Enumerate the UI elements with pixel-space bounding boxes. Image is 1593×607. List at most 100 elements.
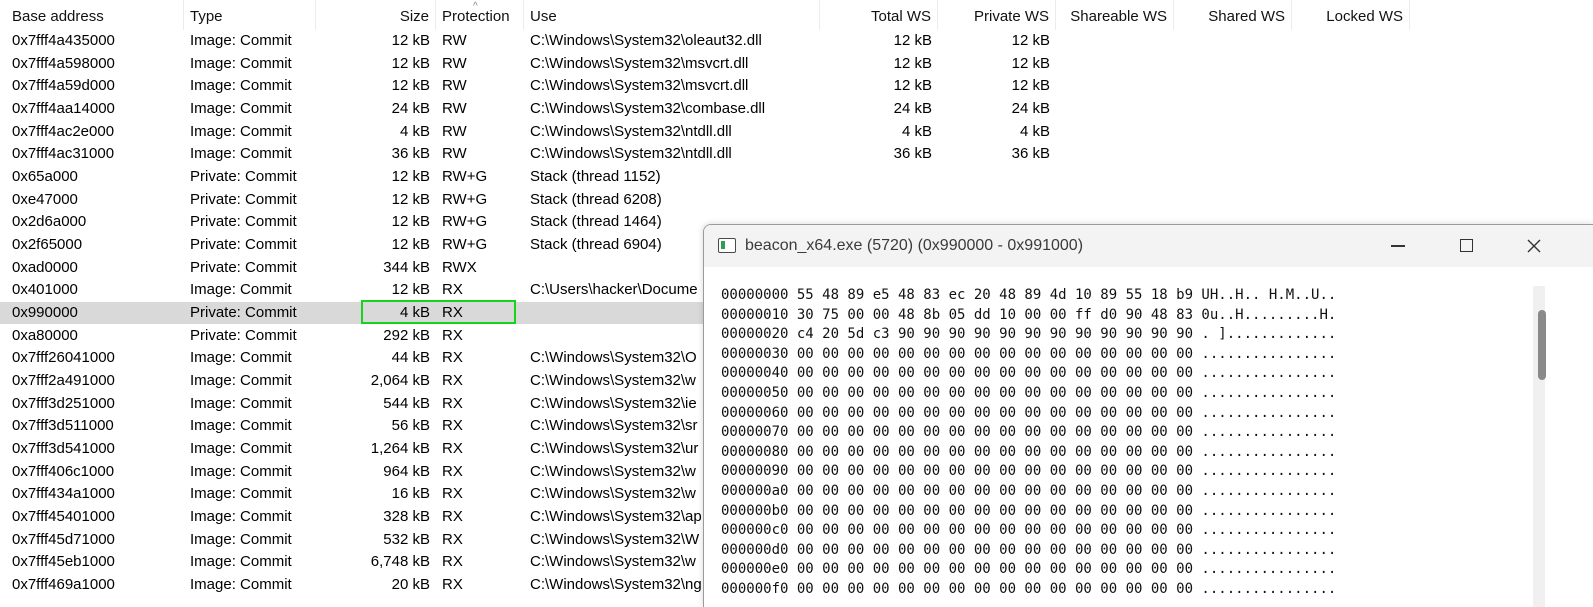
cell-protection: RX bbox=[442, 281, 463, 299]
cell-type: Image: Commit bbox=[190, 417, 292, 435]
column-header-shared-ws[interactable]: Shared WS bbox=[1174, 0, 1292, 30]
cell-base-address: 0xe47000 bbox=[12, 190, 78, 208]
cell-type: Image: Commit bbox=[190, 281, 292, 299]
column-header-use[interactable]: Use bbox=[524, 0, 820, 30]
window-title: beacon_x64.exe (5720) (0x990000 - 0x9910… bbox=[745, 237, 1084, 254]
column-header-private-ws[interactable]: Private WS bbox=[938, 0, 1056, 30]
cell-size: 56 kB bbox=[391, 417, 430, 435]
column-header-shareable-ws[interactable]: Shareable WS bbox=[1056, 0, 1174, 30]
cell-type: Image: Commit bbox=[190, 77, 292, 95]
cell-protection: RW+G bbox=[442, 236, 488, 254]
cell-type: Image: Commit bbox=[190, 145, 292, 163]
column-header-size[interactable]: Size bbox=[316, 0, 436, 30]
cell-protection: RW bbox=[442, 32, 467, 49]
cell-base-address: 0x7fff45401000 bbox=[12, 508, 115, 526]
cell-base-address: 0x7fff4a598000 bbox=[12, 54, 115, 72]
table-row[interactable]: 0x7fff4ac31000 Image: Commit 36 kB RW C:\Win… bbox=[0, 143, 1593, 165]
cell-protection: RX bbox=[442, 304, 463, 322]
cell-size: 12 kB bbox=[391, 168, 430, 186]
hex-line: 00000090 00 00 00 00 00 00 00 00 00 00 0… bbox=[721, 463, 1337, 480]
cell-private-ws: 12 kB bbox=[1011, 32, 1050, 49]
cell-use: C:\Windows\System32\msvcrt.dll bbox=[530, 54, 749, 72]
cell-protection: RW bbox=[442, 54, 467, 72]
column-header-protection[interactable]: Protection bbox=[436, 0, 524, 30]
hex-line: 00000080 00 00 00 00 00 00 00 00 00 00 0… bbox=[721, 443, 1337, 460]
cell-type: Image: Commit bbox=[190, 553, 292, 571]
cell-use: C:\Windows\System32\oleaut32.dll bbox=[530, 32, 762, 49]
cell-type: Image: Commit bbox=[190, 440, 292, 458]
hex-viewer-window[interactable]: beacon_x64.exe (5720) (0x990000 - 0x9910… bbox=[703, 224, 1593, 607]
minimize-button[interactable] bbox=[1364, 225, 1432, 267]
cell-protection: RX bbox=[442, 485, 463, 503]
cell-protection: RW+G bbox=[442, 168, 488, 186]
table-row[interactable]: 0x7fff4a598000 Image: Commit 12 kB RW C:\Win… bbox=[0, 53, 1593, 75]
cell-type: Image: Commit bbox=[190, 462, 292, 480]
cell-private-ws: 12 kB bbox=[1011, 54, 1050, 72]
hex-line: 00000030 00 00 00 00 00 00 00 00 00 00 0… bbox=[721, 345, 1337, 362]
cell-type: Image: Commit bbox=[190, 576, 292, 594]
column-header-locked-ws[interactable]: Locked WS bbox=[1292, 0, 1410, 30]
app-window-icon bbox=[718, 238, 736, 253]
cell-base-address: 0x2d6a000 bbox=[12, 213, 87, 231]
cell-type: Image: Commit bbox=[190, 394, 292, 412]
table-row[interactable]: 0x7fff4aa14000 Image: Commit 24 kB RW C:\Win… bbox=[0, 98, 1593, 120]
maximize-icon bbox=[1459, 239, 1473, 253]
cell-protection: RX bbox=[442, 326, 463, 344]
cell-protection: RX bbox=[442, 553, 463, 571]
cell-base-address: 0x7fff45d71000 bbox=[12, 530, 115, 548]
column-header-total-ws[interactable]: Total WS bbox=[820, 0, 938, 30]
cell-private-ws bbox=[938, 166, 1056, 188]
hex-dump[interactable]: 00000000 55 48 89 e5 48 83 ec 20 48 89 4… bbox=[721, 286, 1336, 600]
cell-type: Private: Commit bbox=[190, 213, 297, 231]
cell-size: 4 kB bbox=[399, 122, 430, 140]
cell-size: 24 kB bbox=[391, 100, 430, 117]
cell-protection: RX bbox=[442, 530, 463, 548]
cell-base-address: 0x7fff4ac2e000 bbox=[12, 122, 115, 140]
cell-type: Private: Commit bbox=[190, 326, 297, 344]
column-header-base-address[interactable]: Base address bbox=[6, 0, 184, 30]
table-row[interactable]: 0x7fff4a435000 Image: Commit 12 kB RW C:\Win… bbox=[0, 30, 1593, 52]
column-header-type[interactable]: Type bbox=[184, 0, 316, 30]
cell-base-address: 0x7fff3d541000 bbox=[12, 440, 115, 458]
cell-base-address: 0xad0000 bbox=[12, 258, 78, 276]
cell-size: 964 kB bbox=[383, 462, 430, 480]
title-bar[interactable]: beacon_x64.exe (5720) (0x990000 - 0x9910… bbox=[704, 225, 1593, 267]
cell-base-address: 0x7fff4a59d000 bbox=[12, 77, 115, 95]
cell-use: C:\Windows\System32\ntdll.dll bbox=[530, 145, 732, 163]
cell-private-ws bbox=[938, 189, 1056, 211]
cell-size: 44 kB bbox=[391, 349, 430, 367]
cell-type: Private: Commit bbox=[190, 190, 297, 208]
cell-size: 1,264 kB bbox=[370, 440, 430, 458]
table-row[interactable]: 0x65a000 Private: Commit 12 kB RW+G Stack (t… bbox=[0, 166, 1593, 188]
scrollbar-thumb[interactable] bbox=[1538, 310, 1546, 380]
table-row[interactable]: 0x7fff4a59d000 Image: Commit 12 kB RW C:\Win… bbox=[0, 75, 1593, 97]
cell-protection: RWX bbox=[442, 258, 477, 276]
hex-line: 00000020 c4 20 5d c3 90 90 90 90 90 90 9… bbox=[721, 326, 1337, 343]
cell-total-ws: 12 kB bbox=[893, 54, 932, 72]
cell-base-address: 0xa80000 bbox=[12, 326, 78, 344]
close-icon bbox=[1527, 239, 1541, 253]
cell-size: 12 kB bbox=[391, 32, 430, 49]
close-button[interactable] bbox=[1500, 225, 1568, 267]
cell-protection: RW bbox=[442, 100, 467, 117]
cell-total-ws: 12 kB bbox=[893, 32, 932, 49]
hex-line: 00000050 00 00 00 00 00 00 00 00 00 00 0… bbox=[721, 384, 1337, 401]
cell-use: C:\Windows\System32\combase.dll bbox=[530, 100, 766, 117]
hex-line: 000000c0 00 00 00 00 00 00 00 00 00 00 0… bbox=[721, 522, 1337, 539]
table-row[interactable]: 0x7fff4ac2e000 Image: Commit 4 kB RW C:\Wind… bbox=[0, 121, 1593, 143]
cell-use: C:\Windows\System32\msvcrt.dll bbox=[530, 77, 749, 95]
cell-base-address: 0x7fff4a435000 bbox=[12, 32, 115, 49]
hex-line: 000000e0 00 00 00 00 00 00 00 00 00 00 0… bbox=[721, 561, 1337, 578]
cell-total-ws: 12 kB bbox=[893, 77, 932, 95]
cell-type: Image: Commit bbox=[190, 485, 292, 503]
cell-size: 20 kB bbox=[391, 576, 430, 594]
cell-base-address: 0x7fff2a491000 bbox=[12, 372, 115, 390]
cell-size: 36 kB bbox=[391, 145, 430, 163]
cell-type: Image: Commit bbox=[190, 100, 292, 117]
table-row[interactable]: 0xe47000 Private: Commit 12 kB RW+G Stack (t… bbox=[0, 189, 1593, 211]
maximize-button[interactable] bbox=[1432, 225, 1500, 267]
cell-protection: RX bbox=[442, 417, 463, 435]
cell-size: 12 kB bbox=[391, 54, 430, 72]
cell-type: Image: Commit bbox=[190, 372, 292, 390]
cell-protection: RX bbox=[442, 349, 463, 367]
